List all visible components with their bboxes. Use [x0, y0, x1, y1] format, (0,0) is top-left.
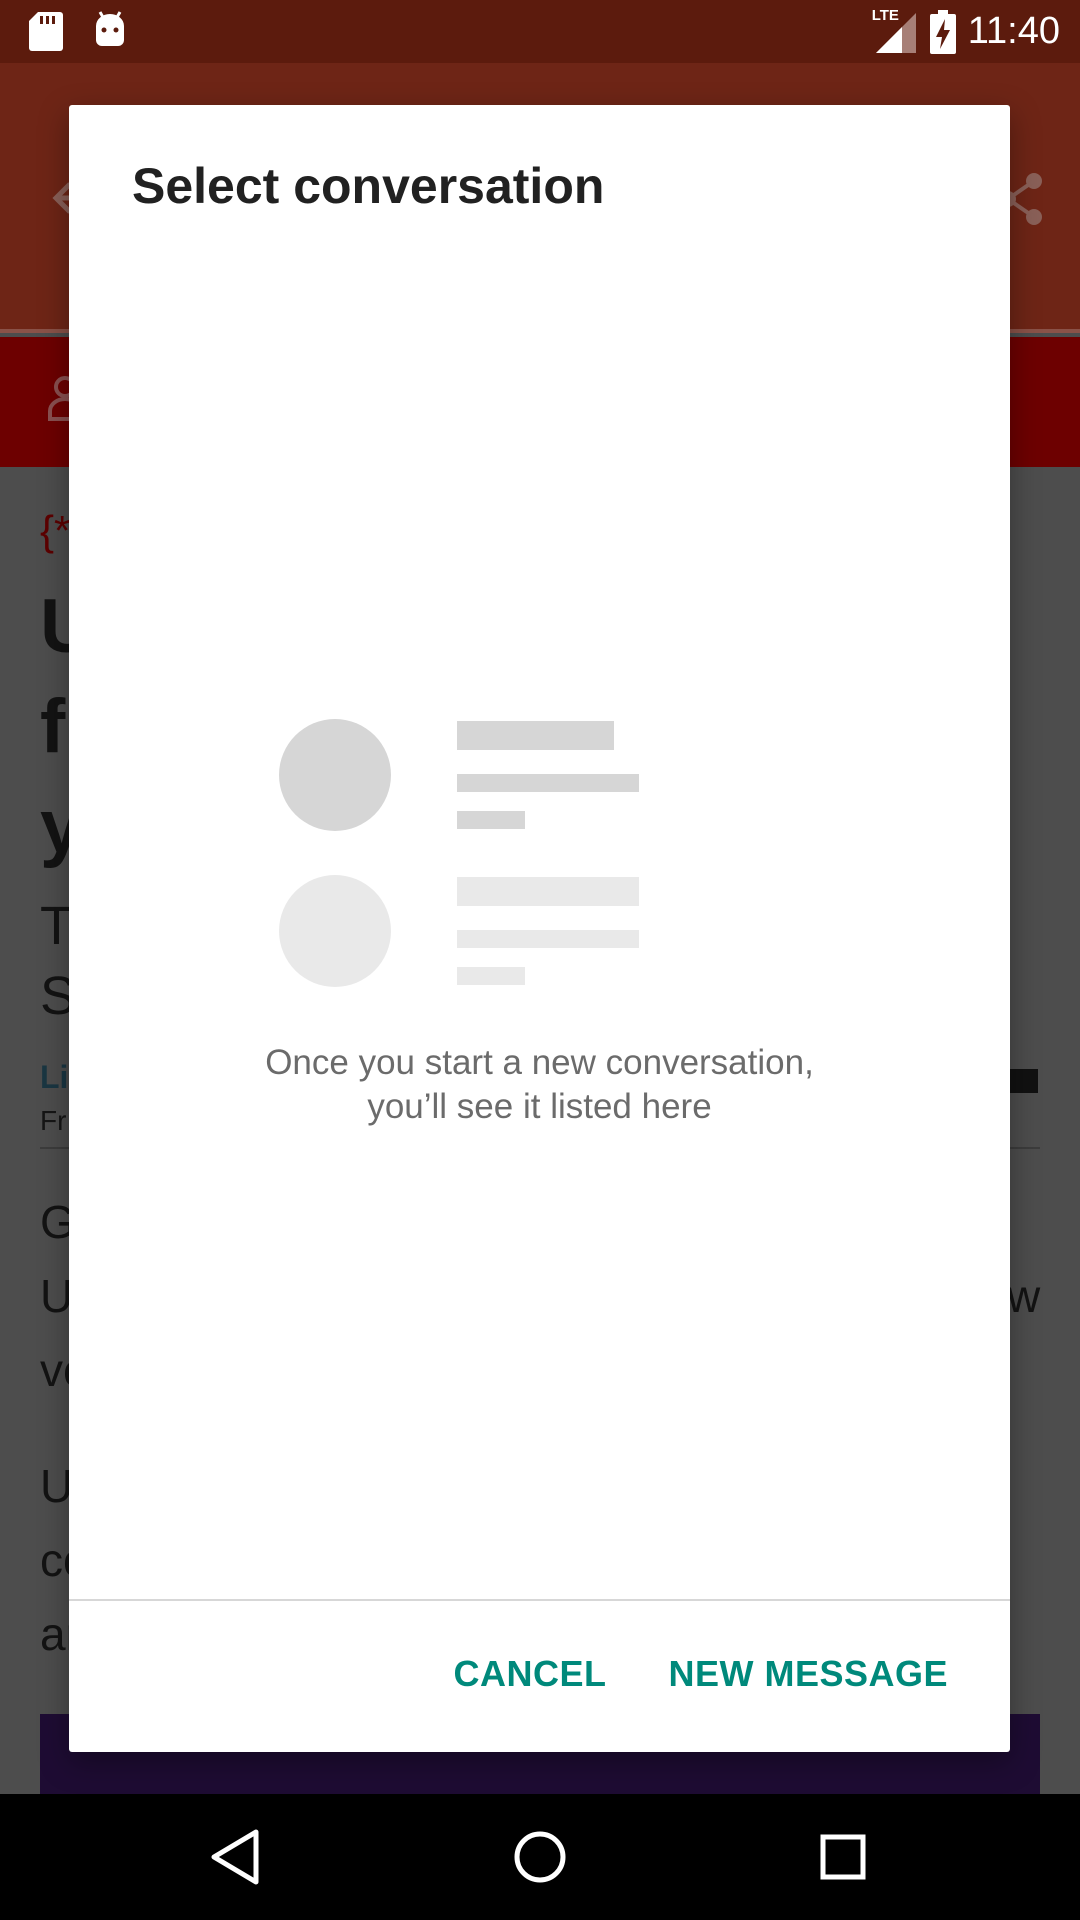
navigation-bar	[0, 1794, 1080, 1920]
new-message-button[interactable]: NEW MESSAGE	[668, 1653, 948, 1695]
article-brace: {*	[40, 507, 71, 554]
empty-state-message: Once you start a new conversation, you’l…	[69, 1041, 1010, 1129]
headline-line-2: f	[40, 684, 66, 769]
para1-right-fragment: w	[1007, 1270, 1041, 1322]
lte-signal-icon: LTE	[872, 7, 918, 55]
battery-charging-icon	[929, 9, 956, 54]
byline: Fr	[40, 1105, 67, 1136]
empty-state-line-2: you’ll see it listed here	[367, 1087, 712, 1126]
cancel-button[interactable]: CANCEL	[453, 1653, 606, 1695]
sd-card-icon	[29, 12, 63, 51]
dialog-actions: CANCEL NEW MESSAGE	[453, 1653, 948, 1695]
author-link[interactable]: Li	[40, 1059, 68, 1096]
empty-conversation-illustration	[279, 719, 639, 987]
dialog-title: Select conversation	[132, 158, 605, 214]
clock: 11:40	[967, 10, 1060, 52]
dialog-actions-divider	[69, 1599, 1010, 1601]
android-icon	[96, 11, 124, 46]
back-triangle-icon[interactable]	[204, 1824, 270, 1890]
select-conversation-dialog: Select conversation Once you start a new…	[69, 105, 1010, 1752]
empty-state-line-1: Once you start a new conversation,	[265, 1043, 814, 1082]
home-circle-icon[interactable]	[507, 1824, 573, 1890]
recents-square-icon[interactable]	[810, 1824, 876, 1890]
status-bar: LTE 11:40	[0, 0, 1080, 63]
